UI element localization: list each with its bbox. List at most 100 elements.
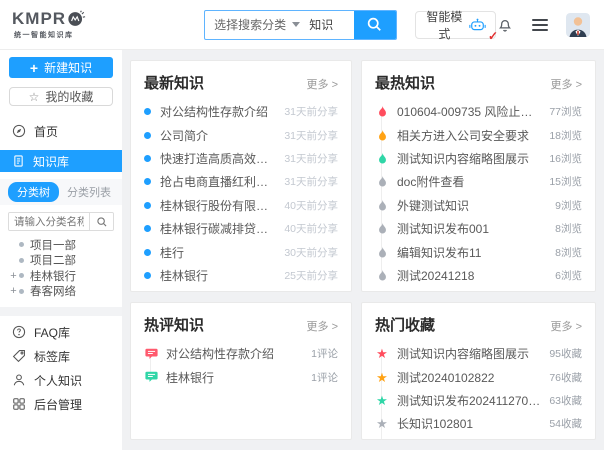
list-item[interactable]: ★ 测试20240102822 76收藏 <box>375 365 582 388</box>
search-button[interactable] <box>354 10 396 40</box>
item-title: 测试知识发布001 <box>397 220 549 237</box>
tree-node[interactable]: 项目二部 <box>0 253 122 269</box>
bullet-icon <box>19 242 24 247</box>
list-item[interactable]: 桂林银行碳减排贷款信息披露 40天前分享 <box>144 217 338 240</box>
brand-logo[interactable]: KMPR 统一智能知识库 <box>0 10 108 40</box>
item-title: 测试20240102822 <box>397 369 543 386</box>
sidebar-item-tags[interactable]: 标签库 <box>0 344 122 368</box>
item-title: 测试20241218 <box>397 267 549 284</box>
item-meta: 25天前分享 <box>284 268 338 283</box>
star-icon: ★ <box>375 347 389 360</box>
search-category-dropdown[interactable]: 选择搜索分类 <box>205 11 309 39</box>
list-item[interactable]: doc附件查看 15浏览 <box>375 170 582 193</box>
item-meta: 1评论 <box>311 346 338 361</box>
brand-tagline: 统一智能知识库 <box>14 30 74 40</box>
list-item[interactable]: 桂林银行股份有限公司2024年半... 40天前分享 <box>144 194 338 217</box>
popular-favorites-list: ★ 测试知识内容缩略图展示 95收藏 ★ 测试20240102822 76收藏 … <box>375 342 582 440</box>
tree-node[interactable]: + 春客网络 <box>0 284 122 300</box>
item-title: 长知识102801 <box>397 415 543 432</box>
sidebar-item-faq[interactable]: FAQ库 <box>0 320 122 344</box>
new-knowledge-label: 新建知识 <box>44 59 92 76</box>
sidebar-item-personal[interactable]: 个人知识 <box>0 368 122 392</box>
list-item[interactable]: 桂林银行 1评论 <box>144 365 338 388</box>
star-icon: ★ <box>375 417 389 430</box>
list-item[interactable]: 编辑知识发布11 8浏览 <box>375 240 582 263</box>
sidebar-item-home[interactable]: 首页 <box>0 120 122 142</box>
tab-category-tree[interactable]: 分类树 <box>8 182 59 202</box>
tree-node[interactable]: 项目一部 <box>0 237 122 253</box>
user-avatar[interactable] <box>566 13 590 37</box>
panel-title: 最新知识 <box>144 72 204 93</box>
flame-icon <box>375 129 389 142</box>
sidebar-item-knowledge-base[interactable]: 知识库 <box>0 150 122 172</box>
chevron-down-icon <box>292 22 300 27</box>
item-title: 对公结构性存款介绍 <box>166 345 305 362</box>
item-title: 测试知识发布20241127001-1 <box>397 392 543 409</box>
item-meta: 1评论 <box>311 370 338 385</box>
notification-bell-icon[interactable] <box>496 15 514 34</box>
list-item[interactable]: 测试知识发布001 8浏览 <box>375 217 582 240</box>
list-item[interactable]: 公司简介 31天前分享 <box>144 123 338 146</box>
sidebar-item-admin[interactable]: 后台管理 <box>0 392 122 416</box>
panel-latest-knowledge: 最新知识 更多 > 对公结构性存款介绍 31天前分享 公司简 <box>130 60 352 292</box>
category-search-input[interactable] <box>9 213 89 230</box>
tree-node[interactable]: + 桂林银行 <box>0 268 122 284</box>
item-title: 编辑知识发布11 <box>397 244 549 261</box>
list-item[interactable]: ★ 外键测试知识 21收藏 <box>375 436 582 440</box>
latest-knowledge-list: 对公结构性存款介绍 31天前分享 公司简介 31天前分享 快速打造高质高效的客服 <box>144 100 338 287</box>
list-item[interactable]: ★ 测试知识发布20241127001-1 63收藏 <box>375 389 582 412</box>
more-link[interactable]: 更多 > <box>307 76 338 92</box>
item-meta: 76收藏 <box>549 370 582 385</box>
list-item[interactable]: 相关方进入公司安全要求 18浏览 <box>375 123 582 146</box>
list-item[interactable]: 测试20241218 6浏览 <box>375 264 582 287</box>
comment-icon <box>144 348 158 360</box>
expand-icon[interactable]: + <box>8 270 19 282</box>
robot-icon <box>469 17 486 32</box>
expand-icon[interactable]: + <box>8 285 19 297</box>
item-title: 外键测试知识 <box>397 439 543 440</box>
smart-mode-button[interactable]: 智能模式 ✓ <box>415 11 496 39</box>
tree-node-label: 项目二部 <box>30 252 76 268</box>
menu-hamburger-icon[interactable] <box>532 19 548 31</box>
tree-node-label: 春客网络 <box>30 283 76 299</box>
comment-icon <box>144 371 158 383</box>
list-item[interactable]: ★ 测试知识内容缩略图展示 95收藏 <box>375 342 582 365</box>
sidebar-item-faq-label: FAQ库 <box>34 324 70 341</box>
tree-node-label: 桂林银行 <box>30 268 76 284</box>
bullet-icon <box>19 273 24 278</box>
sidebar-item-knowledge-base-label: 知识库 <box>33 153 69 170</box>
item-meta: 31天前分享 <box>284 174 338 189</box>
list-item[interactable]: 对公结构性存款介绍 31天前分享 <box>144 100 338 123</box>
item-meta: 15浏览 <box>549 174 582 189</box>
bullet-icon <box>144 155 151 162</box>
flame-icon <box>375 199 389 212</box>
item-title: 桂行 <box>160 244 278 261</box>
list-item[interactable]: 测试知识内容缩略图展示 16浏览 <box>375 147 582 170</box>
list-item[interactable]: 抢占电商直播红利阵地 31天前分享 <box>144 170 338 193</box>
search-input[interactable] <box>309 18 354 32</box>
kmpro-app: KMPR 统一智能知识库 选择搜索分类 <box>0 0 604 450</box>
list-item[interactable]: 外键测试知识 9浏览 <box>375 194 582 217</box>
search-icon <box>366 16 383 33</box>
sidebar-item-tags-label: 标签库 <box>34 348 70 365</box>
category-search-button[interactable] <box>89 213 113 230</box>
list-item[interactable]: 桂行 30天前分享 <box>144 240 338 263</box>
header: KMPR 统一智能知识库 选择搜索分类 <box>0 0 604 50</box>
panel-hot-comments: 热评知识 更多 > <box>130 302 352 440</box>
more-link[interactable]: 更多 > <box>307 318 338 334</box>
new-knowledge-button[interactable]: + 新建知识 <box>9 57 113 78</box>
compass-icon <box>12 124 26 138</box>
list-item[interactable]: 对公结构性存款介绍 1评论 <box>144 342 338 365</box>
item-title: 相关方进入公司安全要求 <box>397 127 543 144</box>
my-favorites-button[interactable]: ☆ 我的收藏 <box>9 87 113 106</box>
list-item[interactable]: ★ 长知识102801 54收藏 <box>375 412 582 435</box>
item-title: 公司简介 <box>160 127 278 144</box>
more-link[interactable]: 更多 > <box>551 318 582 334</box>
tab-category-list[interactable]: 分类列表 <box>67 184 111 200</box>
list-item[interactable]: 桂林银行 25天前分享 <box>144 264 338 287</box>
item-meta: 31天前分享 <box>284 151 338 166</box>
list-item[interactable]: 快速打造高质高效的客服团队 31天前分享 <box>144 147 338 170</box>
list-item[interactable]: 010604-009735 风险止付汇总说明34 77浏览 <box>375 100 582 123</box>
more-link[interactable]: 更多 > <box>551 76 582 92</box>
item-title: 对公结构性存款介绍 <box>160 103 278 120</box>
